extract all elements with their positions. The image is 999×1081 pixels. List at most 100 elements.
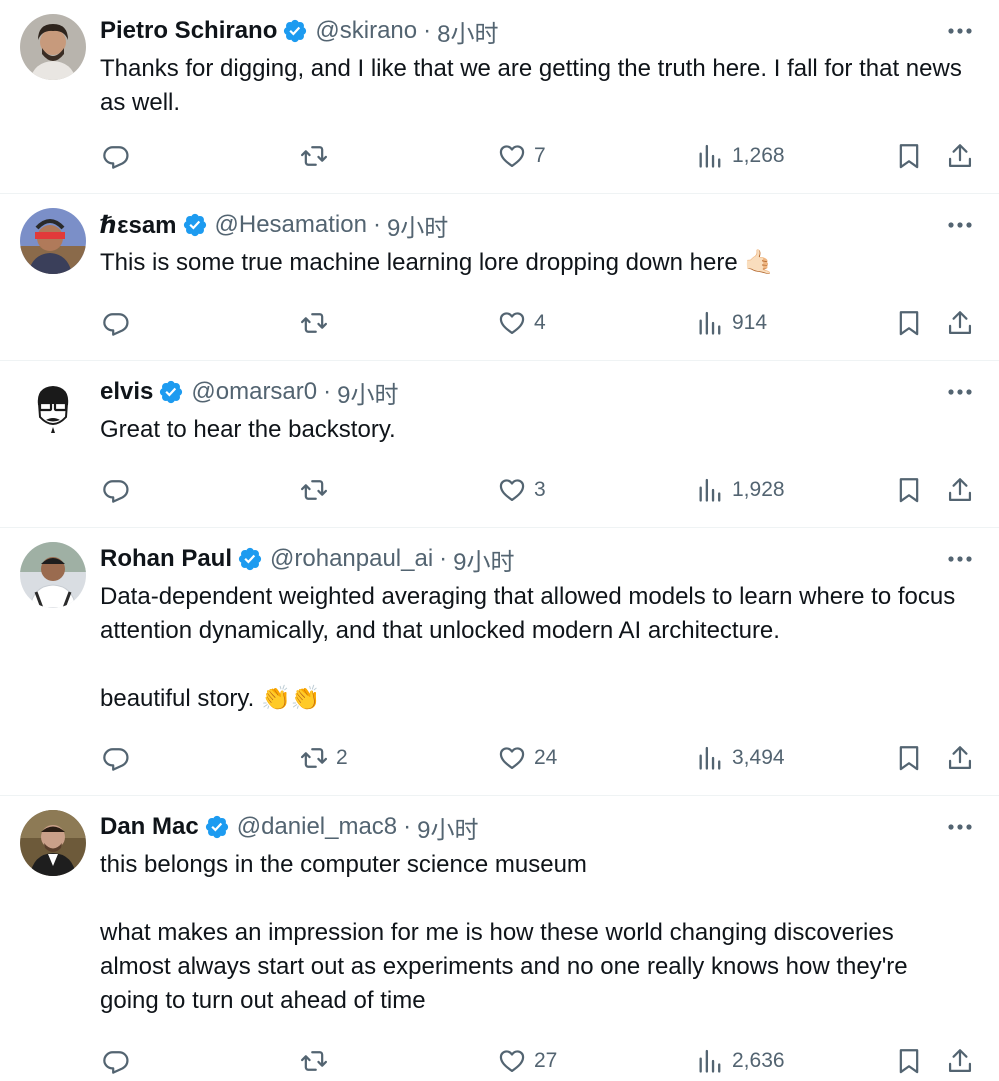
reply-button[interactable]: [102, 306, 138, 340]
retweet-button[interactable]: [300, 139, 336, 173]
timestamp[interactable]: 9小时: [453, 542, 514, 577]
share-icon: [948, 746, 972, 770]
more-icon[interactable]: [947, 555, 973, 563]
timestamp[interactable]: 9小时: [417, 810, 478, 845]
reply-icon: [103, 480, 129, 503]
separator-dot: ·: [403, 813, 412, 840]
more-icon[interactable]: [947, 27, 973, 35]
share-icon: [948, 1049, 972, 1073]
action-bar: 7 1,268: [100, 139, 975, 173]
like-button[interactable]: 24: [498, 741, 557, 775]
share-button[interactable]: [946, 1044, 974, 1078]
tweet-paragraph: Thanks for digging, and I like that we a…: [100, 55, 962, 116]
action-bar: 3 1,928: [100, 473, 975, 507]
reply-button[interactable]: [102, 1044, 138, 1078]
author-name[interactable]: Pietro Schirano: [100, 17, 277, 45]
like-icon: [499, 479, 525, 502]
tweet[interactable]: elvis @omarsar0 · 9小时 Great to hear the …: [0, 361, 999, 528]
share-button[interactable]: [946, 741, 974, 775]
timestamp[interactable]: 9小时: [387, 208, 448, 243]
views-button[interactable]: 914: [696, 306, 767, 340]
views-icon: [699, 144, 721, 168]
like-count: 27: [534, 1049, 558, 1072]
tweet[interactable]: Pietro Schirano @skirano · 8小时 Thanks fo…: [0, 0, 999, 194]
bookmark-icon: [899, 1049, 919, 1074]
more-icon[interactable]: [947, 388, 973, 396]
reply-icon: [103, 748, 129, 771]
more-icon[interactable]: [947, 823, 973, 831]
timestamp[interactable]: 9小时: [337, 375, 398, 410]
verified-badge-icon: [238, 547, 262, 571]
reply-button[interactable]: [102, 741, 138, 775]
views-icon: [699, 746, 721, 770]
bookmark-button[interactable]: [895, 306, 923, 340]
more-icon[interactable]: [947, 221, 973, 229]
views-icon: [699, 1049, 721, 1073]
reply-button[interactable]: [102, 473, 138, 507]
verified-badge-icon: [284, 19, 307, 43]
tweet[interactable]: ℏεsam @Hesamation · 9小时 This is some tru…: [0, 194, 999, 361]
tweet-paragraph: what makes an impression for me is how t…: [100, 919, 908, 1014]
retweet-icon: [300, 480, 328, 500]
retweet-icon: [300, 1051, 328, 1071]
reply-icon: [103, 146, 129, 169]
tweet-text: Data-dependent weighted averaging that a…: [100, 580, 971, 716]
author-handle[interactable]: @daniel_mac8: [237, 813, 397, 841]
retweet-button[interactable]: 2: [300, 741, 348, 775]
share-button[interactable]: [946, 139, 974, 173]
retweet-button[interactable]: [300, 306, 336, 340]
views-button[interactable]: 1,928: [696, 473, 785, 507]
author-handle[interactable]: @rohanpaul_ai: [270, 545, 433, 573]
timestamp[interactable]: 8小时: [437, 14, 498, 49]
author-handle[interactable]: @omarsar0: [191, 378, 317, 406]
retweet-button[interactable]: [300, 1044, 336, 1078]
tweet[interactable]: Dan Mac @daniel_mac8 · 9小时 this belongs …: [0, 796, 999, 1081]
views-count: 1,928: [732, 478, 785, 501]
share-button[interactable]: [946, 473, 974, 507]
reply-button[interactable]: [102, 139, 138, 173]
views-button[interactable]: 3,494: [696, 741, 785, 775]
author-name[interactable]: Dan Mac: [100, 813, 199, 841]
author-name[interactable]: ℏεsam: [100, 211, 177, 240]
avatar[interactable]: [20, 542, 86, 608]
retweet-button[interactable]: [300, 473, 336, 507]
avatar[interactable]: [20, 208, 86, 274]
action-bar: 27 2,636: [100, 1044, 975, 1078]
bookmark-icon: [899, 144, 919, 169]
views-button[interactable]: 2,636: [696, 1044, 785, 1078]
views-count: 2,636: [732, 1049, 785, 1072]
reply-icon: [103, 313, 129, 336]
tweet[interactable]: Rohan Paul @rohanpaul_ai · 9小时 Data-depe…: [0, 528, 999, 796]
like-button[interactable]: 4: [498, 306, 546, 340]
tweet-header: Dan Mac @daniel_mac8 · 9小时: [100, 810, 479, 844]
tweet-text: Thanks for digging, and I like that we a…: [100, 52, 971, 120]
author-name[interactable]: Rohan Paul: [100, 545, 232, 573]
avatar[interactable]: [20, 810, 86, 876]
author-handle[interactable]: @skirano: [315, 17, 417, 45]
like-button[interactable]: 27: [498, 1044, 557, 1078]
share-button[interactable]: [946, 306, 974, 340]
like-icon: [499, 1050, 525, 1073]
author-handle[interactable]: @Hesamation: [215, 211, 367, 239]
bookmark-button[interactable]: [895, 741, 923, 775]
like-button[interactable]: 7: [498, 139, 546, 173]
tweet-text: This is some true machine learning lore …: [100, 246, 971, 280]
tweet-header: Rohan Paul @rohanpaul_ai · 9小时: [100, 542, 515, 576]
bookmark-button[interactable]: [895, 1044, 923, 1078]
bookmark-icon: [899, 311, 919, 336]
tweet-paragraph: this belongs in the computer science mus…: [100, 851, 587, 878]
views-button[interactable]: 1,268: [696, 139, 785, 173]
separator-dot: ·: [423, 17, 432, 44]
bookmark-icon: [899, 478, 919, 503]
tweet-paragraph: This is some true machine learning lore …: [100, 249, 775, 276]
avatar[interactable]: [20, 375, 86, 441]
bookmark-button[interactable]: [895, 473, 923, 507]
like-button[interactable]: 3: [498, 473, 546, 507]
reply-icon: [103, 1051, 129, 1074]
author-name[interactable]: elvis: [100, 378, 153, 406]
bookmark-button[interactable]: [895, 139, 923, 173]
tweet-paragraph: beautiful story. 👏👏: [100, 685, 321, 712]
separator-dot: ·: [323, 378, 332, 405]
like-icon: [499, 145, 525, 168]
avatar[interactable]: [20, 14, 86, 80]
